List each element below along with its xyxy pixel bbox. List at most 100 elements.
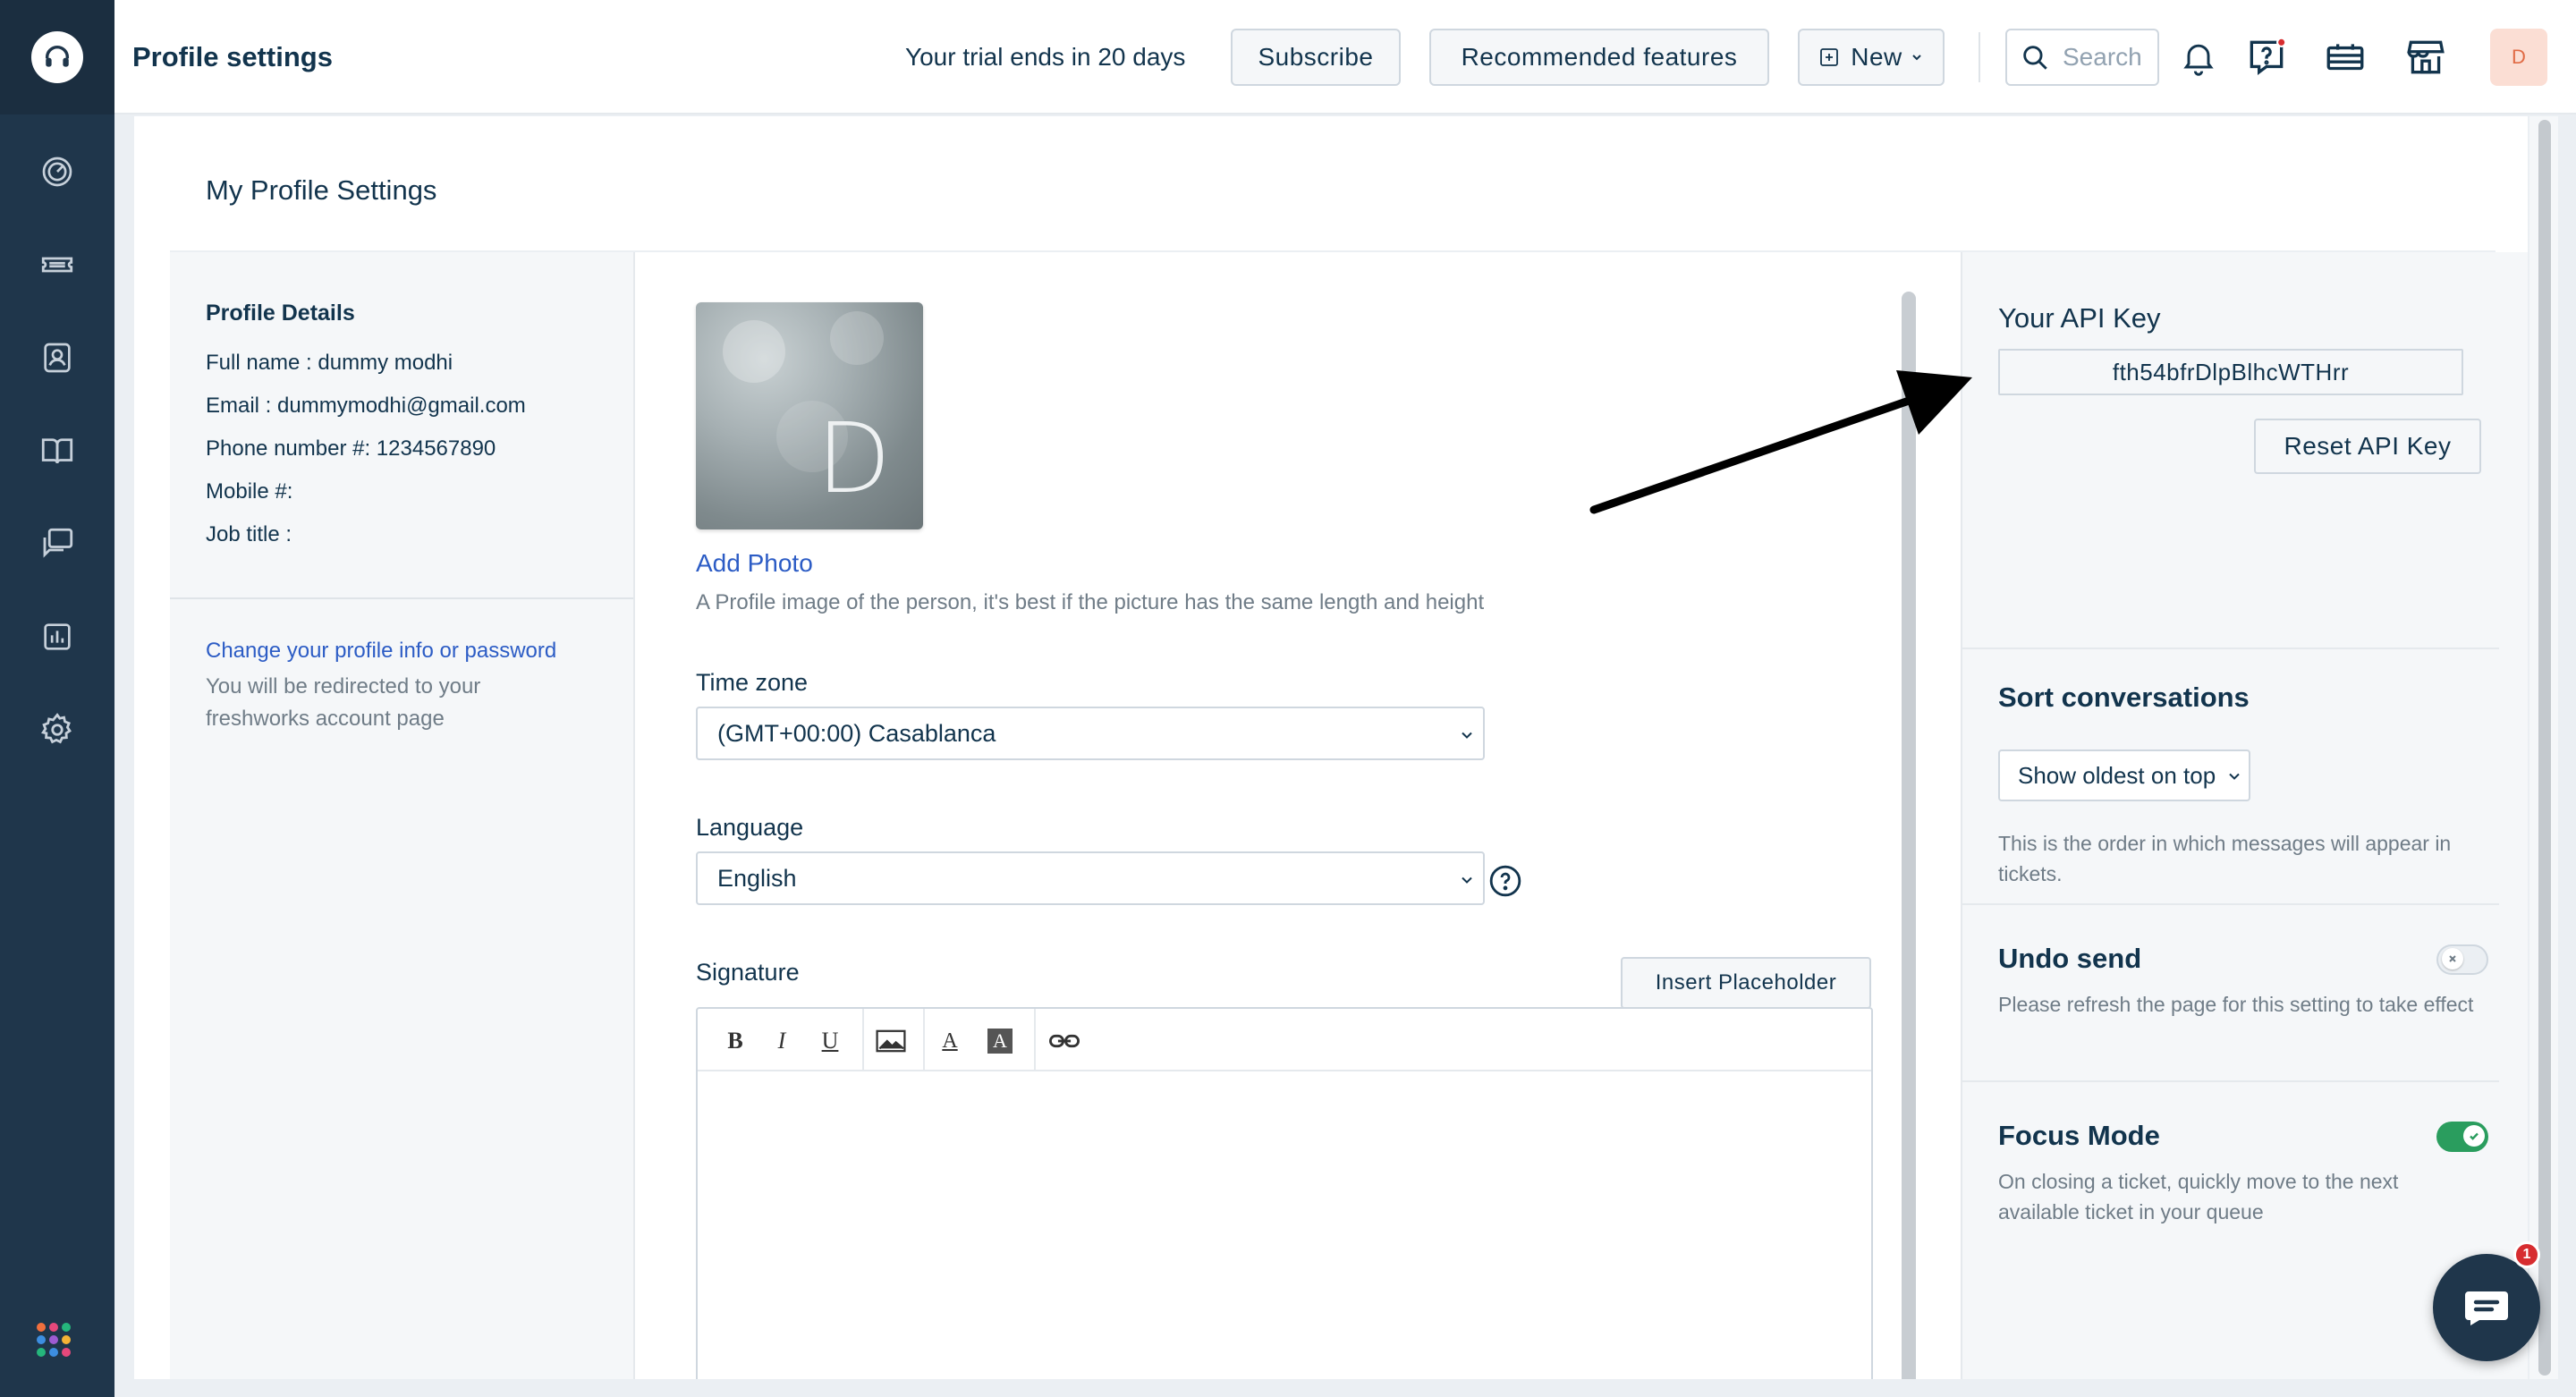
solutions-book-icon[interactable] <box>36 429 79 472</box>
editor-toolbar: B I U A A <box>698 1009 1871 1071</box>
focus-mode-toggle[interactable] <box>2436 1122 2488 1152</box>
language-help-icon[interactable] <box>1488 864 1522 898</box>
chat-bubble-icon <box>2463 1288 2510 1327</box>
tickets-icon[interactable] <box>36 243 79 286</box>
search-placeholder: Search <box>2063 43 2142 71</box>
api-key-field[interactable]: fth54bfrDlpBlhcWTHrr <box>1998 349 2463 395</box>
change-profile-help: You will be redirected to your freshwork… <box>206 674 481 731</box>
italic-button[interactable]: I <box>764 1023 800 1059</box>
focus-mode-section: Focus Mode On closing a ticket, quickly … <box>1962 1082 2499 1261</box>
contacts-icon[interactable] <box>36 336 79 379</box>
main-panel: My Profile Settings Profile Details Full… <box>134 116 2528 1379</box>
recommended-features-button[interactable]: Recommended features <box>1429 29 1769 86</box>
forums-icon[interactable] <box>36 522 79 565</box>
email-label: Email : <box>206 394 278 418</box>
email-value: dummymodhi@gmail.com <box>277 394 526 418</box>
tickets-board-icon[interactable] <box>2320 32 2370 82</box>
toolbar-separator <box>1034 1009 1036 1070</box>
photo-bokeh <box>830 311 884 365</box>
signature-label: Signature <box>696 959 800 986</box>
mobile-row: Mobile #: <box>206 479 292 504</box>
undo-send-section: Undo send Please refresh the page for th… <box>1962 905 2499 1082</box>
chevron-down-icon <box>2225 767 2243 785</box>
top-bar: Profile settings Your trial ends in 20 d… <box>114 0 2576 114</box>
phone-value: 1234567890 <box>376 436 496 461</box>
mobile-label: Mobile #: <box>206 479 293 504</box>
page-scrollbar[interactable] <box>2538 120 2551 1376</box>
apps-switcher-icon[interactable] <box>37 1323 71 1357</box>
profile-details-panel: Profile Details Full name : dummy modhi … <box>170 252 635 1379</box>
change-profile-link[interactable]: Change your profile info or password <box>206 639 556 664</box>
app-logo[interactable] <box>0 0 114 114</box>
chevron-down-icon <box>1458 871 1476 889</box>
photo-bokeh <box>723 320 785 383</box>
sort-order-select[interactable]: Show oldest on top <box>1998 749 2250 801</box>
sort-conversations-section: Sort conversations Show oldest on top Th… <box>1962 649 2499 905</box>
search-icon <box>2020 42 2050 72</box>
settings-panel: Your API Key fth54bfrDlpBlhcWTHrr Reset … <box>1961 252 2528 1379</box>
new-button-label: New <box>1851 43 1902 71</box>
content-title: My Profile Settings <box>206 174 437 206</box>
trial-notice: Your trial ends in 20 days <box>905 43 1186 71</box>
signature-editor[interactable]: B I U A A <box>696 1007 1873 1379</box>
page-title: Profile settings <box>132 41 333 72</box>
font-color-button[interactable]: A <box>932 1023 968 1059</box>
admin-gear-icon[interactable] <box>36 708 79 751</box>
chevron-down-icon <box>1458 726 1476 744</box>
api-key-title: Your API Key <box>1998 302 2161 334</box>
user-avatar[interactable]: D <box>2490 29 2547 86</box>
reset-api-key-button[interactable]: Reset API Key <box>2254 419 2481 474</box>
job-title-row: Job title : <box>206 522 292 547</box>
chevron-down-icon <box>1910 50 1924 64</box>
insert-link-icon[interactable] <box>1046 1023 1082 1059</box>
photo-help-text: A Profile image of the person, it's best… <box>696 590 1485 614</box>
chat-unread-badge: 1 <box>2513 1241 2540 1268</box>
language-select[interactable]: English <box>696 851 1485 905</box>
email-row: Email : dummymodhi@gmail.com <box>206 394 526 419</box>
sort-conversations-help: This is the order in which messages will… <box>1998 832 2452 885</box>
focus-mode-help: On closing a ticket, quickly move to the… <box>1998 1170 2399 1223</box>
job-title-label: Job title : <box>206 522 292 546</box>
full-name-value: dummy modhi <box>318 351 453 375</box>
notifications-bell-icon[interactable] <box>2174 32 2224 82</box>
full-name-label: Full name : <box>206 351 318 375</box>
full-name-row: Full name : dummy modhi <box>206 351 453 376</box>
add-photo-link[interactable]: Add Photo <box>696 549 813 578</box>
underline-button[interactable]: U <box>812 1023 848 1059</box>
help-icon[interactable] <box>2241 32 2292 82</box>
undo-send-toggle[interactable] <box>2436 944 2488 975</box>
insert-placeholder-button[interactable]: Insert Placeholder <box>1621 957 1871 1009</box>
photo-initial: D <box>816 403 891 515</box>
annotation-arrow-icon <box>1589 370 1972 514</box>
insert-image-icon[interactable] <box>873 1023 909 1059</box>
api-key-section: Your API Key fth54bfrDlpBlhcWTHrr Reset … <box>1962 252 2499 649</box>
phone-row: Phone number #: 1234567890 <box>206 436 496 461</box>
subscribe-button[interactable]: Subscribe <box>1231 29 1401 86</box>
undo-send-title: Undo send <box>1998 943 2142 974</box>
phone-label: Phone number #: <box>206 436 377 461</box>
headset-logo-icon <box>31 31 83 83</box>
timezone-select[interactable]: (GMT+00:00) Casablanca <box>696 707 1485 760</box>
marketplace-store-icon[interactable] <box>2401 32 2451 82</box>
toolbar-separator <box>923 1009 925 1070</box>
reports-icon[interactable] <box>36 615 79 658</box>
timezone-label: Time zone <box>696 669 809 696</box>
chat-widget-button[interactable] <box>2433 1254 2540 1361</box>
toggle-check-icon <box>2463 1125 2485 1147</box>
focus-mode-title: Focus Mode <box>1998 1120 2160 1151</box>
dashboard-icon[interactable] <box>36 150 79 193</box>
toolbar-divider <box>1979 32 1980 82</box>
toggle-off-x-icon <box>2442 948 2463 969</box>
sort-order-value: Show oldest on top <box>2018 761 2216 789</box>
background-color-button[interactable]: A <box>982 1023 1018 1059</box>
language-label: Language <box>696 814 804 841</box>
sort-conversations-title: Sort conversations <box>1998 682 2250 713</box>
bold-button[interactable]: B <box>717 1023 753 1059</box>
profile-photo[interactable]: D <box>696 302 923 529</box>
new-button[interactable]: New <box>1798 29 1945 86</box>
left-nav <box>0 0 114 1397</box>
search-button[interactable]: Search <box>2005 29 2159 86</box>
profile-details-title: Profile Details <box>206 301 355 326</box>
profile-divider <box>170 597 633 599</box>
undo-send-help: Please refresh the page for this setting… <box>1998 993 2474 1016</box>
